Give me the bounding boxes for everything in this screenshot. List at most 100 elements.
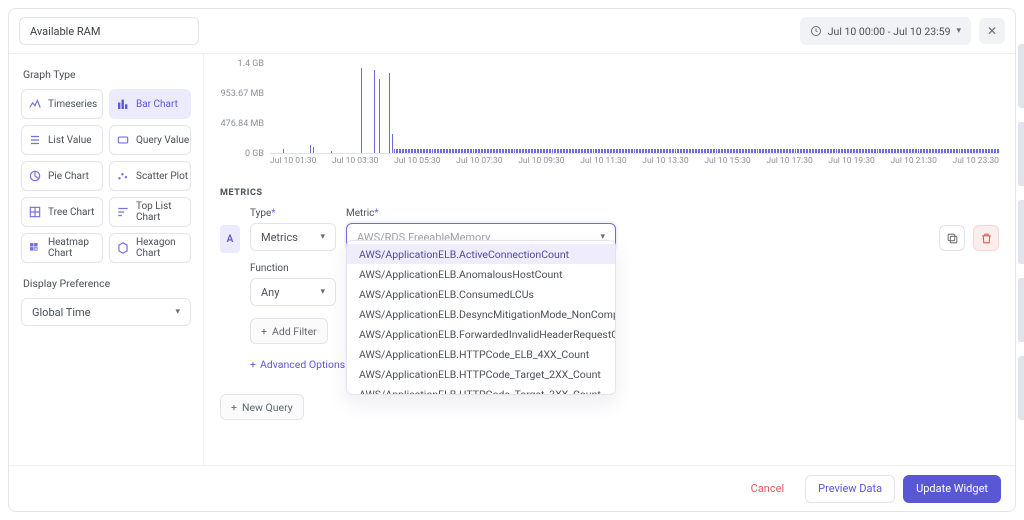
y-tick: 476.84 MB: [221, 119, 264, 129]
chip-top-list[interactable]: Top List Chart: [109, 197, 191, 227]
metric-option[interactable]: AWS/ApplicationELB.HTTPCode_Target_2XX_C…: [347, 364, 615, 384]
new-query-label: New Query: [242, 401, 293, 414]
chip-bar-chart[interactable]: Bar Chart: [109, 89, 191, 119]
type-select-value: Metrics: [261, 231, 298, 244]
pie-icon: [28, 169, 42, 183]
chip-query-value[interactable]: Query Value: [109, 125, 191, 155]
chart-bar: [392, 134, 393, 153]
new-query-button[interactable]: + New Query: [220, 394, 304, 420]
trash-icon: [980, 232, 993, 245]
advanced-options-link[interactable]: + Advanced Options: [250, 358, 345, 371]
advanced-options-label: Advanced Options: [260, 358, 345, 371]
scatter-icon: [116, 169, 130, 183]
preview-data-button[interactable]: Preview Data: [805, 475, 895, 503]
chip-label: Heatmap Chart: [48, 237, 102, 259]
chart-bar: [374, 70, 375, 153]
chevron-down-icon: ▾: [320, 287, 325, 297]
copy-icon: [946, 232, 959, 245]
chip-label: List Value: [48, 135, 92, 146]
x-tick: Jul 10 17:30: [766, 156, 812, 166]
chip-hexagon[interactable]: Hexagon Chart: [109, 233, 191, 263]
series-badge-a: A: [220, 225, 240, 253]
plus-icon: +: [250, 358, 256, 371]
chart-bar: [331, 151, 332, 154]
chip-label: Bar Chart: [136, 99, 178, 110]
plus-icon: +: [261, 325, 267, 338]
chart-bar: [361, 68, 362, 153]
chart-bar: [313, 147, 314, 153]
metric-option[interactable]: AWS/ApplicationELB.HTTPCode_ELB_4XX_Coun…: [347, 344, 615, 364]
chip-label: Pie Chart: [48, 171, 89, 182]
metric-option[interactable]: AWS/ApplicationELB.ForwardedInvalidHeade…: [347, 324, 615, 344]
graph-type-label: Graph Type: [23, 68, 191, 81]
chart-bar: [379, 79, 380, 153]
y-tick: 1.4 GB: [238, 59, 264, 69]
close-icon: ✕: [987, 24, 997, 38]
query-value-icon: [116, 133, 130, 147]
display-preference-label: Display Preference: [23, 277, 191, 290]
x-tick: Jul 10 13:30: [642, 156, 688, 166]
update-widget-button[interactable]: Update Widget: [903, 475, 1001, 503]
metric-option[interactable]: AWS/ApplicationELB.HTTPCode_Target_3XX_C…: [347, 384, 615, 395]
list-icon: [28, 133, 42, 147]
decorative-stripe: [1018, 356, 1024, 420]
chart-bar: [310, 145, 311, 153]
delete-query-button[interactable]: [973, 225, 999, 251]
chip-label: Tree Chart: [48, 207, 94, 218]
x-tick: Jul 10 05:30: [394, 156, 440, 166]
timeseries-icon: [28, 97, 42, 111]
chart-bar: [389, 73, 390, 153]
chip-timeseries[interactable]: Timeseries: [21, 89, 103, 119]
metric-option[interactable]: AWS/ApplicationELB.DesyncMitigationMode_…: [347, 304, 615, 324]
chip-pie-chart[interactable]: Pie Chart: [21, 161, 103, 191]
add-filter-label: Add Filter: [272, 325, 317, 338]
decorative-stripe: [1018, 278, 1024, 342]
decorative-stripe: [1018, 200, 1024, 264]
metric-option[interactable]: AWS/ApplicationELB.ActiveConnectionCount: [347, 244, 615, 264]
hexagon-icon: [116, 241, 130, 255]
time-range-text: Jul 10 00:00 - Jul 10 23:59: [828, 25, 951, 38]
add-filter-button[interactable]: + Add Filter: [250, 318, 328, 344]
type-field-label: Type*: [250, 208, 336, 219]
x-tick: Jul 10 19:30: [828, 156, 874, 166]
x-tick: Jul 10 23:30: [953, 156, 999, 166]
chip-heatmap[interactable]: Heatmap Chart: [21, 233, 103, 263]
time-range-picker[interactable]: Jul 10 00:00 - Jul 10 23:59 ▾: [800, 17, 971, 45]
chip-scatter-plot[interactable]: Scatter Plot: [109, 161, 191, 191]
top-list-icon: [116, 205, 130, 219]
chip-label: Scatter Plot: [136, 171, 188, 182]
chip-tree-chart[interactable]: Tree Chart: [21, 197, 103, 227]
bar-chart-icon: [116, 97, 130, 111]
widget-title-input[interactable]: [19, 17, 199, 45]
plus-icon: +: [231, 401, 237, 414]
chip-list-value[interactable]: List Value: [21, 125, 103, 155]
close-button[interactable]: ✕: [979, 18, 1005, 44]
x-tick: Jul 10 15:30: [704, 156, 750, 166]
tree-icon: [28, 205, 42, 219]
metric-dropdown[interactable]: AWS/ApplicationELB.ActiveConnectionCount…: [346, 240, 616, 395]
chip-label: Query Value: [136, 135, 189, 146]
type-select[interactable]: Metrics ▾: [250, 223, 336, 251]
metric-field-label: Metric*: [346, 208, 929, 219]
metric-option[interactable]: AWS/ApplicationELB.ConsumedLCUs: [347, 284, 615, 304]
chip-label: Hexagon Chart: [136, 237, 190, 259]
chart-bar: [998, 149, 999, 153]
y-tick: 0 GB: [245, 149, 264, 159]
x-tick: Jul 10 03:30: [332, 156, 378, 166]
display-preference-value: Global Time: [32, 306, 91, 319]
chevron-down-icon: ▾: [320, 232, 325, 242]
x-tick: Jul 10 09:30: [518, 156, 564, 166]
duplicate-query-button[interactable]: [939, 225, 965, 251]
chart-bar: [283, 149, 284, 153]
y-tick: 953.67 MB: [221, 89, 264, 99]
metric-option[interactable]: AWS/ApplicationELB.AnomalousHostCount: [347, 264, 615, 284]
x-tick: Jul 10 01:30: [270, 156, 316, 166]
decorative-stripe: [1018, 122, 1024, 186]
x-tick: Jul 10 07:30: [456, 156, 502, 166]
preview-chart: 1.4 GB953.67 MB476.84 MB0 GB Jul 10 01:3…: [220, 64, 999, 172]
cancel-button[interactable]: Cancel: [738, 475, 797, 503]
function-value: Any: [261, 286, 279, 299]
chevron-down-icon: ▾: [175, 307, 180, 317]
function-select[interactable]: Any ▾: [250, 278, 336, 306]
display-preference-select[interactable]: Global Time ▾: [21, 298, 191, 326]
